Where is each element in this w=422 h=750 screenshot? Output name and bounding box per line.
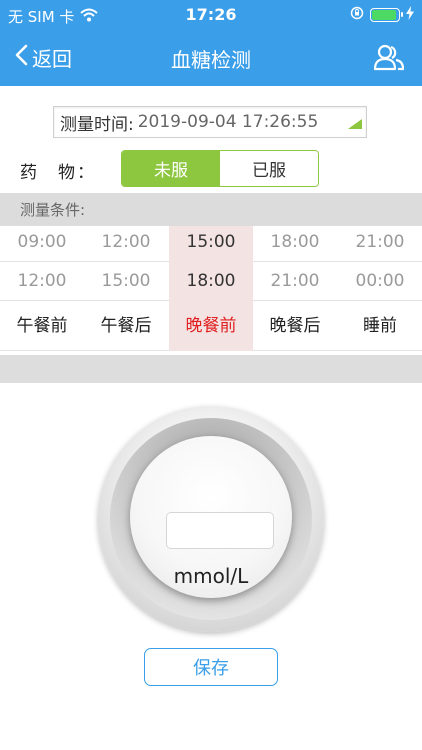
measure-time-value: 2019-09-04 17:26:55 — [137, 112, 319, 132]
glucose-value-input[interactable] — [166, 512, 274, 549]
condition-column-selected[interactable]: 15:00 18:00 晚餐前 — [169, 226, 253, 351]
medicine-segmented-control: 未服 已服 — [121, 150, 319, 187]
medicine-option-not-taken[interactable]: 未服 — [122, 151, 220, 186]
condition-start-time: 21:00 — [355, 232, 405, 252]
condition-start-time: 09:00 — [17, 232, 67, 252]
condition-column[interactable]: 09:00 12:00 午餐前 — [0, 226, 84, 351]
condition-column[interactable]: 18:00 21:00 晚餐后 — [253, 226, 337, 351]
battery-icon — [370, 8, 403, 22]
status-right — [350, 6, 414, 24]
condition-label: 午餐后 — [100, 316, 152, 336]
condition-end-time: 21:00 — [270, 271, 320, 291]
condition-label: 睡前 — [363, 316, 397, 336]
condition-label: 晚餐后 — [269, 316, 321, 336]
page-title: 血糖检测 — [171, 48, 251, 72]
condition-start-time: 18:00 — [270, 232, 320, 252]
condition-column[interactable]: 21:00 00:00 睡前 — [338, 226, 422, 351]
measure-time-label: 测量时间: — [60, 114, 134, 135]
nav-bar: 返回 血糖检测 — [0, 30, 422, 86]
condition-label: 晚餐前 — [185, 316, 237, 336]
condition-end-time: 15:00 — [101, 271, 151, 291]
condition-end-time: 00:00 — [355, 271, 405, 291]
dial-ring: mmol/L — [110, 418, 312, 620]
status-bar: 无 SIM 卡 17:26 — [0, 0, 422, 30]
condition-end-time: 12:00 — [17, 271, 67, 291]
save-button[interactable]: 保存 — [144, 648, 278, 686]
corner-triangle-icon — [348, 114, 362, 134]
users-icon[interactable] — [373, 43, 405, 75]
condition-column[interactable]: 12:00 15:00 午餐后 — [84, 226, 168, 351]
measure-time-field[interactable]: 测量时间: 2019-09-04 17:26:55 — [53, 106, 367, 138]
dial-knob: mmol/L — [130, 436, 292, 598]
medicine-option-taken[interactable]: 已服 — [220, 151, 318, 186]
condition-start-time: 15:00 — [186, 232, 236, 252]
condition-label: 午餐前 — [16, 316, 68, 336]
condition-start-time: 12:00 — [101, 232, 151, 252]
conditions-header: 测量条件: — [0, 193, 422, 226]
glucose-unit-label: mmol/L — [173, 564, 249, 588]
condition-picker: 09:00 12:00 午餐前 12:00 15:00 午餐后 15:00 18… — [0, 226, 422, 351]
section-divider — [0, 355, 422, 383]
medicine-label: 药 物： — [20, 163, 96, 183]
charging-icon — [406, 6, 414, 24]
reading-dial: mmol/L — [98, 406, 324, 632]
rotation-lock-icon — [350, 6, 364, 24]
condition-end-time: 18:00 — [186, 271, 236, 291]
